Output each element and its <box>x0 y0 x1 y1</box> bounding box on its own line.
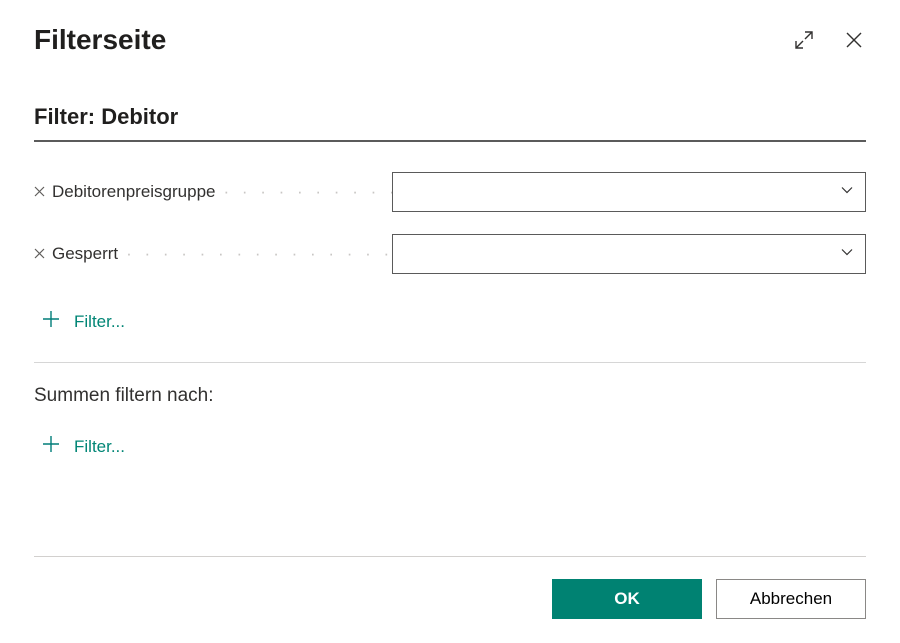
filter-value-select-wrap <box>392 172 866 212</box>
add-filter-label: Filter... <box>74 312 125 332</box>
plus-icon <box>42 310 60 334</box>
filter-section-heading: Filter: Debitor <box>34 104 866 142</box>
dialog-footer: OK Abbrechen <box>34 557 866 643</box>
leader-dots: · · · · · · · · · · · · · · · · · · · · <box>126 244 392 264</box>
close-icon[interactable] <box>842 28 866 52</box>
plus-icon <box>42 435 60 459</box>
expand-icon[interactable] <box>792 28 816 52</box>
section-divider <box>34 362 866 363</box>
dialog-header: Filterseite <box>34 24 866 56</box>
filter-value-select-wrap <box>392 234 866 274</box>
filter-value-select[interactable] <box>392 234 866 274</box>
remove-filter-icon[interactable] <box>34 246 52 263</box>
filter-label-wrap: Debitorenpreisgruppe · · · · · · · · · · <box>34 182 392 202</box>
filter-label: Gesperrt <box>52 244 118 264</box>
ok-button[interactable]: OK <box>552 579 702 619</box>
filter-dialog: Filterseite Filter: Debitor <box>0 0 900 643</box>
spacer <box>34 487 866 546</box>
add-totals-filter-label: Filter... <box>74 437 125 457</box>
filter-row-debitorenpreisgruppe: Debitorenpreisgruppe · · · · · · · · · · <box>34 172 866 212</box>
filter-label-wrap: Gesperrt · · · · · · · · · · · · · · · ·… <box>34 244 392 264</box>
page-title: Filterseite <box>34 24 166 56</box>
add-totals-filter-button[interactable]: Filter... <box>42 435 866 459</box>
remove-filter-icon[interactable] <box>34 184 52 201</box>
add-filter-button[interactable]: Filter... <box>42 310 866 334</box>
leader-dots: · · · · · · · · · · <box>224 182 393 202</box>
totals-heading: Summen filtern nach: <box>34 385 866 407</box>
cancel-button[interactable]: Abbrechen <box>716 579 866 619</box>
filter-row-gesperrt: Gesperrt · · · · · · · · · · · · · · · ·… <box>34 234 866 274</box>
filter-label: Debitorenpreisgruppe <box>52 182 216 202</box>
filter-value-select[interactable] <box>392 172 866 212</box>
header-actions <box>792 28 866 52</box>
